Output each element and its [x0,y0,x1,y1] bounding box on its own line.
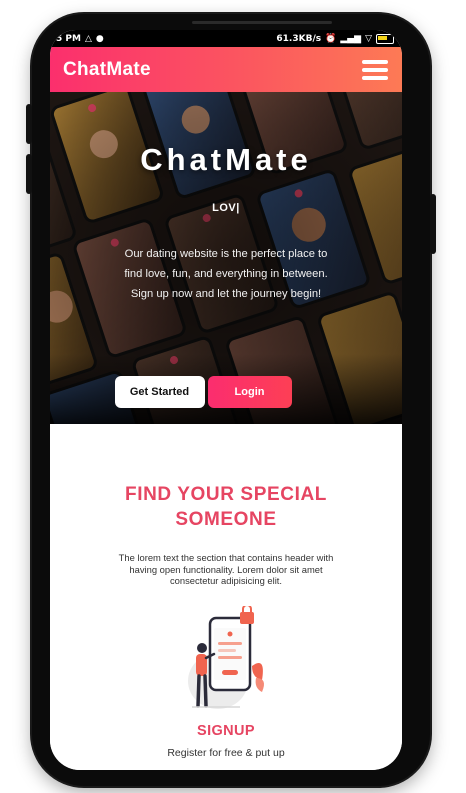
get-started-button[interactable]: Get Started [114,376,205,408]
net-speed: 61.3KB/s [276,33,322,44]
wifi-status-icon: ▽ [365,33,372,44]
hero-title: ChatMate [140,142,312,177]
side-button-left [26,104,32,144]
navbar: ChatMate [50,47,402,92]
login-button[interactable]: Login [207,376,292,408]
hero-typed-text: LOV| [212,202,240,214]
signup-text: Register for free & put up [167,747,285,759]
hero-section: ChatMate LOV| Our dating website is the … [50,92,402,424]
screen: 5 PM △ ● 61.3KB/s ⏰ ▂▄▆ ▽ ChatMate ChatM… [50,30,402,770]
wifi-icon: △ [84,33,92,44]
section-text: The lorem text the section that contains… [118,552,334,586]
speaker [192,21,332,24]
section-title: FIND YOUR SPECIAL SOMEONE [125,484,327,530]
side-button-right [430,194,436,254]
find-someone-section: FIND YOUR SPECIAL SOMEONE The lorem text… [50,424,402,770]
hero-content: ChatMate LOV| Our dating website is the … [50,92,402,424]
side-button-left-2 [26,154,32,194]
signup-illustration-icon [188,606,264,709]
signup-heading: SIGNUP [197,723,255,739]
hamburger-menu-icon[interactable] [362,59,388,80]
chat-icon: ● [95,33,104,44]
battery-icon [376,33,394,44]
hero-description: Our dating website is the perfect place … [124,248,328,300]
brand-logo[interactable]: ChatMate [63,59,151,81]
signal-icon: ▂▄▆ [340,33,362,44]
status-bar: 5 PM △ ● 61.3KB/s ⏰ ▂▄▆ ▽ [50,30,402,47]
status-time: 5 PM [56,33,81,44]
hero-buttons: Get Started Login [50,376,402,408]
alarm-icon: ⏰ [325,33,337,44]
